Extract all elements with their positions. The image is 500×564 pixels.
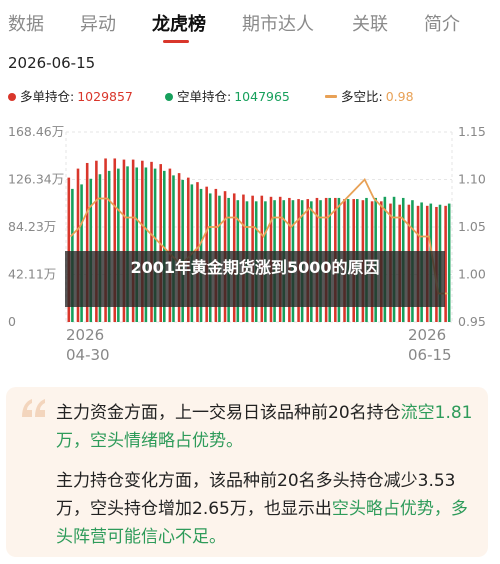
legend-long-value: 1029857 <box>77 89 133 104</box>
x-tick-label: 04-30 <box>66 346 110 364</box>
y-right-tick-label: 1.00 <box>458 267 486 282</box>
analysis-card: 主力资金方面，上一交易日该品种前20名持仓流空1.81万，空头情绪略占优势。 主… <box>6 387 488 557</box>
capital-flow-text-a: 主力资金方面，上一交易日该品种前20名持仓 <box>56 403 401 423</box>
legend-short-label: 空单持仓: <box>177 89 232 104</box>
tab-dragon-tiger-list[interactable]: 龙虎榜 <box>152 10 206 36</box>
position-change-paragraph: 主力持仓变化方面，该品种前20名多头持仓减少3.53万，空头持仓增加2.65万，… <box>56 467 476 551</box>
tab-related[interactable]: 关联 <box>352 10 388 36</box>
y-right-tick-label: 1.10 <box>458 172 486 187</box>
tab-data[interactable]: 数据 <box>8 10 44 36</box>
legend-ratio: 多空比: 0.98 <box>325 86 414 105</box>
long-dot-icon <box>8 92 16 101</box>
y-left-tick-label: 84.23万 <box>8 219 56 234</box>
y-left-tick-label: 168.46万 <box>8 124 64 139</box>
capital-flow-paragraph: 主力资金方面，上一交易日该品种前20名持仓流空1.81万，空头情绪略占优势。 <box>56 399 476 455</box>
overlay-banner[interactable]: 2001年黄金期货涨到5000的原因 <box>65 251 445 307</box>
y-left-tick-label: 0 <box>8 314 16 329</box>
y-right-tick-label: 1.05 <box>458 219 486 234</box>
legend-ratio-label: 多空比: <box>341 89 383 104</box>
legend-short: 空单持仓: 1047965 <box>165 86 290 105</box>
legend-short-value: 1047965 <box>234 89 290 104</box>
quote-icon <box>22 399 45 417</box>
legend-ratio-value: 0.98 <box>385 89 414 104</box>
x-tick-label: 2026 <box>66 326 104 344</box>
y-right-tick-label: 0.95 <box>458 314 486 329</box>
overlay-text: 2001年黄金期货涨到5000的原因 <box>130 258 380 277</box>
active-tab-indicator <box>163 40 189 43</box>
y-left-tick-label: 126.34万 <box>8 172 64 187</box>
legend-long-label: 多单持仓: <box>20 89 75 104</box>
chart-legend: 多单持仓: 1029857 空单持仓: 1047965 多空比: 0.98 <box>0 86 500 104</box>
date-label: 2026-06-15 <box>8 54 96 72</box>
x-tick-label: 06-15 <box>408 346 452 364</box>
y-right-tick-label: 1.15 <box>458 124 486 139</box>
short-position-bar <box>447 203 451 322</box>
tab-bar: 数据 异动 龙虎榜 期市达人 关联 简介 <box>0 0 500 46</box>
legend-long: 多单持仓: 1029857 <box>8 86 133 105</box>
tab-futures-experts[interactable]: 期市达人 <box>242 10 314 36</box>
tab-profile[interactable]: 简介 <box>424 10 460 36</box>
x-tick-label: 2026 <box>408 326 446 344</box>
tab-movement[interactable]: 异动 <box>80 10 116 36</box>
short-dot-icon <box>165 92 173 101</box>
position-chart[interactable]: 168.46万 126.34万 84.23万 42.11万 0 1.15 1.10 1.05 1… <box>0 120 500 370</box>
ratio-line-icon <box>325 95 337 98</box>
y-left-tick-label: 42.11万 <box>8 267 56 282</box>
